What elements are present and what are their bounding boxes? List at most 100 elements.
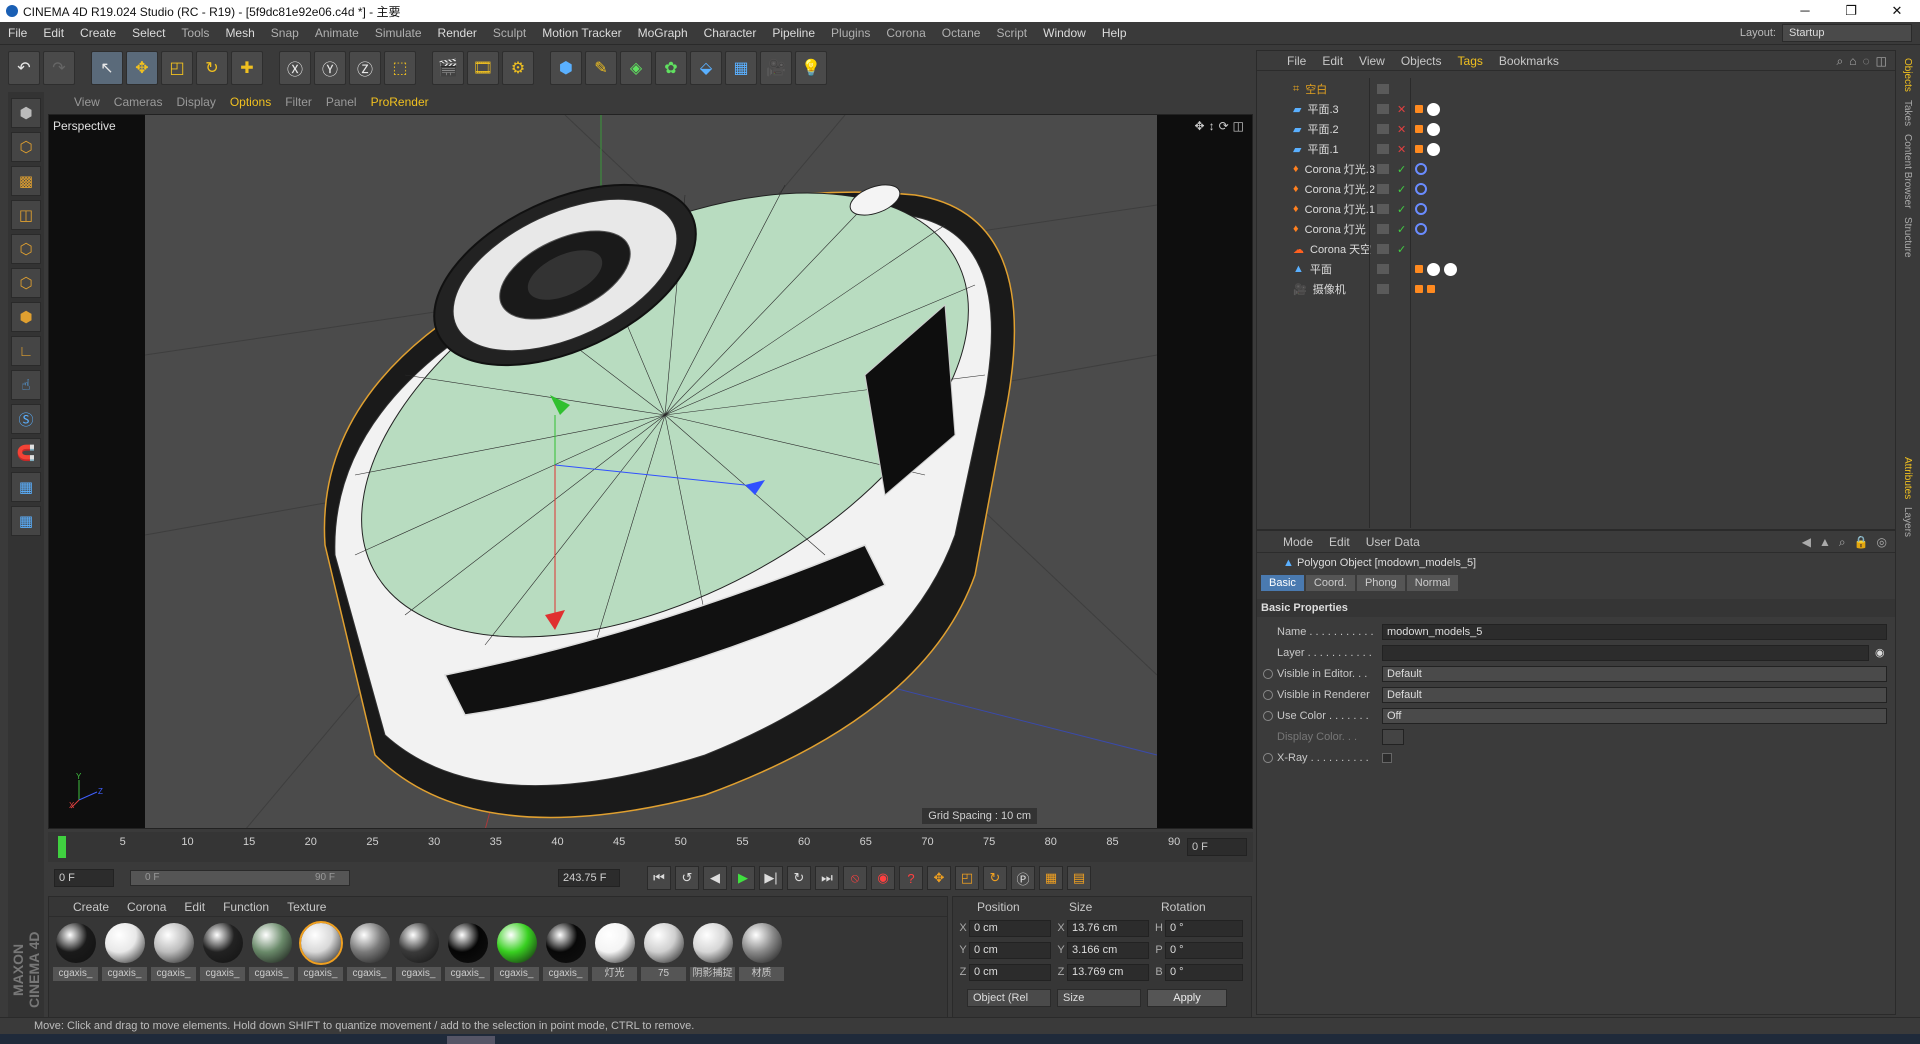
select-tool-icon[interactable]: ↖ xyxy=(91,51,123,85)
workplane-lock-icon[interactable]: ▦ xyxy=(11,472,41,502)
viewport-move-icon[interactable]: ✥ xyxy=(1195,119,1205,133)
layer-visibility-icon[interactable] xyxy=(1377,184,1389,194)
current-frame-field[interactable]: 0 F xyxy=(1187,838,1247,856)
position-key-icon[interactable]: ✥ xyxy=(927,866,951,890)
make-editable-icon[interactable]: ⬢ xyxy=(11,98,41,128)
snap-icon[interactable]: Ⓢ xyxy=(11,404,41,434)
filter-icon[interactable]: ◌ xyxy=(1863,54,1870,69)
layer-visibility-icon[interactable] xyxy=(1377,84,1389,94)
vp-menu-prorender[interactable]: ProRender xyxy=(371,95,429,109)
layout-select[interactable]: Startup xyxy=(1782,24,1912,42)
pos-z-field[interactable]: 0 cm xyxy=(969,963,1051,981)
object-row[interactable]: ▲ 平面 xyxy=(1257,259,1897,279)
redo-button[interactable]: ↷ xyxy=(43,51,75,85)
keyframe-selection-icon[interactable]: ? xyxy=(899,866,923,890)
material-swatch[interactable]: cgaxis_ xyxy=(494,923,539,981)
object-row[interactable]: ♦ Corona 灯光 ✓ xyxy=(1257,219,1897,239)
auto-key-icon[interactable]: ◉ xyxy=(871,866,895,890)
target-tag-icon[interactable] xyxy=(1415,163,1427,175)
coordinate-system-icon[interactable]: ⬚ xyxy=(384,51,416,85)
layer-visibility-icon[interactable] xyxy=(1377,124,1389,134)
layer-field[interactable] xyxy=(1382,644,1869,661)
menu-snap[interactable]: Snap xyxy=(263,22,307,45)
x-axis-lock-icon[interactable]: Ⓧ xyxy=(279,51,311,85)
menu-render[interactable]: Render xyxy=(430,22,485,45)
menu-script[interactable]: Script xyxy=(988,22,1035,45)
animate-radio-icon[interactable] xyxy=(1263,689,1273,700)
layer-visibility-icon[interactable] xyxy=(1377,264,1389,274)
side-tab-content-browser[interactable]: Content Browser xyxy=(1902,134,1913,208)
search-icon[interactable]: ⌕ xyxy=(1839,535,1846,550)
menu-pipeline[interactable]: Pipeline xyxy=(764,22,823,45)
parameter-key-icon[interactable]: Ⓟ xyxy=(1011,866,1035,890)
preview-range-slider[interactable]: 0 F 90 F xyxy=(130,870,350,886)
layer-visibility-icon[interactable] xyxy=(1377,164,1389,174)
menu-sculpt[interactable]: Sculpt xyxy=(485,22,534,45)
enabled-check-icon[interactable]: ✓ xyxy=(1397,223,1406,236)
camera-icon[interactable]: 🎥 xyxy=(760,51,792,85)
menu-select[interactable]: Select xyxy=(124,22,173,45)
menu-character[interactable]: Character xyxy=(696,22,765,45)
material-swatch[interactable]: cgaxis_ xyxy=(396,923,441,981)
target-tag-icon[interactable] xyxy=(1415,183,1427,195)
timeline-window-icon[interactable]: ▤ xyxy=(1067,866,1091,890)
side-tab-layers[interactable]: Layers xyxy=(1902,507,1913,537)
menu-mograph[interactable]: MoGraph xyxy=(630,22,696,45)
minimize-button[interactable]: ─ xyxy=(1782,0,1828,22)
material-swatch[interactable]: cgaxis_ xyxy=(151,923,196,981)
menu-tools[interactable]: Tools xyxy=(173,22,217,45)
material-swatch[interactable]: cgaxis_ xyxy=(298,921,343,981)
material-swatch[interactable]: cgaxis_ xyxy=(445,923,490,981)
vp-menu-filter[interactable]: Filter xyxy=(285,95,312,109)
tab-phong[interactable]: Phong xyxy=(1356,575,1405,591)
material-swatch[interactable]: 75 xyxy=(641,923,686,981)
menu-octane[interactable]: Octane xyxy=(934,22,989,45)
workplane-icon[interactable]: ◫ xyxy=(11,200,41,230)
perspective-viewport[interactable]: Grid Spacing : 10 cm Perspective Y Z X ✥ ↕… xyxy=(48,114,1253,829)
size-z-field[interactable]: 13.769 cm xyxy=(1067,963,1149,981)
viewport-rotate-icon[interactable]: ⟳ xyxy=(1219,119,1229,133)
tab-coord[interactable]: Coord. xyxy=(1305,575,1355,591)
render-view-icon[interactable]: 🎬 xyxy=(432,51,464,85)
material-swatch[interactable]: cgaxis_ xyxy=(249,923,294,981)
up-arrow-icon[interactable]: ▲ xyxy=(1819,535,1831,550)
undo-button[interactable]: ↶ xyxy=(8,51,40,85)
menu-plugins[interactable]: Plugins xyxy=(823,22,878,45)
pen-spline-icon[interactable]: ✎ xyxy=(585,51,617,85)
coord-mode-dropdown[interactable]: Object (Rel xyxy=(967,989,1051,1007)
mat-menu-function[interactable]: Function xyxy=(223,900,269,914)
phong-tag-icon[interactable] xyxy=(1415,285,1423,293)
tab-normal[interactable]: Normal xyxy=(1406,575,1459,591)
attr-menu-user-data[interactable]: User Data xyxy=(1366,535,1420,549)
polygons-mode-icon[interactable]: ⬢ xyxy=(11,302,41,332)
material-swatch[interactable]: cgaxis_ xyxy=(543,923,588,981)
object-row[interactable]: ▰ 平面.2 ✕ xyxy=(1257,119,1897,139)
play-icon[interactable]: ▶ xyxy=(731,866,755,890)
material-swatch[interactable]: cgaxis_ xyxy=(53,923,98,981)
disabled-x-icon[interactable]: ✕ xyxy=(1397,143,1406,156)
object-row[interactable]: 🎥 摄像机 xyxy=(1257,279,1897,299)
target-tag-icon[interactable] xyxy=(1415,203,1427,215)
model-mode-icon[interactable]: ⬡ xyxy=(11,132,41,162)
menu-simulate[interactable]: Simulate xyxy=(367,22,430,45)
layer-visibility-icon[interactable] xyxy=(1377,284,1389,294)
home-icon[interactable]: ⌂ xyxy=(1849,54,1856,69)
rot-p-field[interactable]: 0 ° xyxy=(1165,941,1243,959)
material-swatch[interactable]: 材质 xyxy=(739,923,784,981)
material-tag-icon[interactable] xyxy=(1427,142,1440,156)
goto-start-icon[interactable]: ⏮ xyxy=(647,866,671,890)
cloner-icon[interactable]: ✿ xyxy=(655,51,687,85)
y-axis-lock-icon[interactable]: Ⓨ xyxy=(314,51,346,85)
display-color-swatch[interactable] xyxy=(1382,728,1404,745)
layer-visibility-icon[interactable] xyxy=(1377,144,1389,154)
rotate-tool-icon[interactable]: ↻ xyxy=(196,51,228,85)
animate-radio-icon[interactable] xyxy=(1263,668,1273,679)
tweak-mode-icon[interactable]: ☝ xyxy=(11,370,41,400)
material-swatch[interactable]: 阴影捕捉 xyxy=(690,923,735,981)
enabled-check-icon[interactable]: ✓ xyxy=(1397,243,1406,256)
phong-tag-icon[interactable] xyxy=(1415,105,1423,113)
menu-help[interactable]: Help xyxy=(1094,22,1135,45)
rot-b-field[interactable]: 0 ° xyxy=(1165,963,1243,981)
enabled-check-icon[interactable]: ✓ xyxy=(1397,163,1406,176)
menu-motion-tracker[interactable]: Motion Tracker xyxy=(534,22,629,45)
